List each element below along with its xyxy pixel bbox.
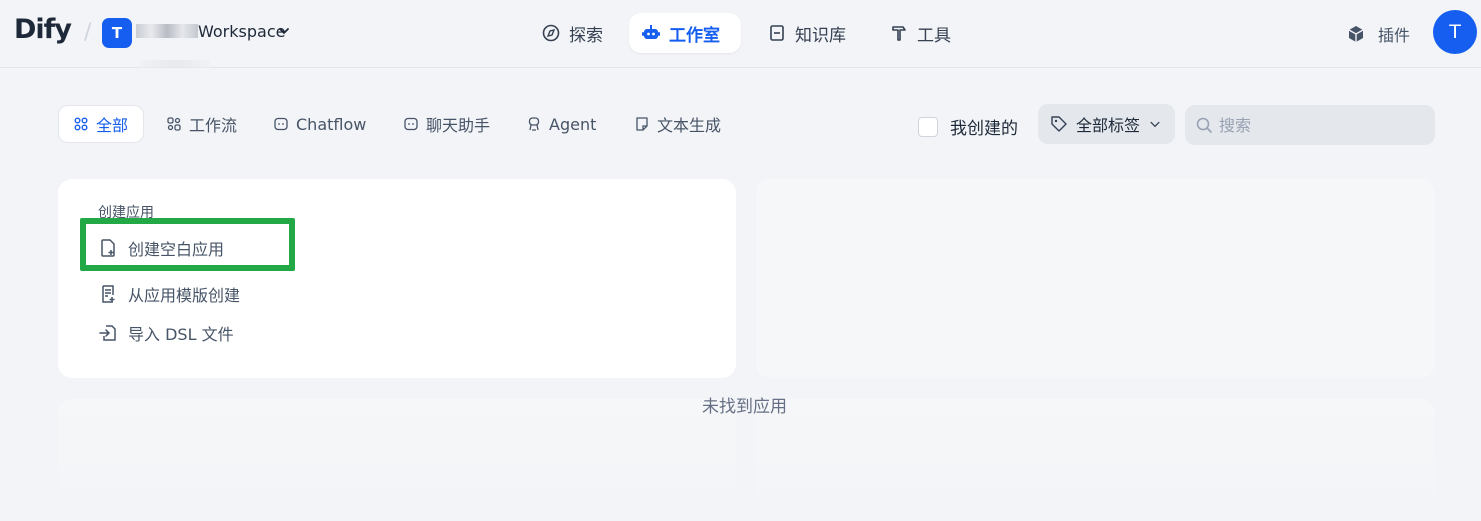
hammer-icon — [892, 26, 906, 41]
chatflow-icon — [274, 117, 288, 131]
book-icon — [770, 25, 784, 41]
created-by-me-label: 我创建的 — [950, 119, 1018, 139]
cube-icon — [1348, 26, 1364, 42]
tab-label: 工作流 — [189, 116, 238, 135]
dify-logo[interactable]: Dify — [14, 14, 72, 45]
tab-label: 聊天助手 — [426, 116, 491, 135]
document-icon — [636, 117, 648, 131]
create-item-label: 导入 DSL 文件 — [128, 325, 234, 344]
search-icon — [1196, 117, 1212, 133]
user-avatar[interactable]: T — [1433, 10, 1477, 54]
placeholder-card — [58, 399, 736, 521]
nav-tools[interactable]: 工具 — [877, 13, 963, 53]
breadcrumb-separator: / — [84, 20, 92, 45]
create-app-title: 创建应用 — [98, 205, 154, 221]
nav-label: 知识库 — [795, 25, 846, 46]
workflow-icon — [167, 117, 181, 131]
tab-label: Agent — [549, 114, 597, 134]
workspace-switcher[interactable]: Workspace — [136, 22, 285, 41]
tab-chatflow[interactable]: Chatflow — [259, 105, 380, 143]
tags-filter[interactable]: 全部标签 — [1038, 104, 1175, 144]
nav-label: 探索 — [569, 25, 603, 46]
search-box[interactable] — [1185, 105, 1435, 145]
nav-studio[interactable]: 工作室 — [629, 13, 741, 53]
create-item-label: 从应用模版创建 — [128, 286, 241, 305]
create-blank-app-button[interactable]: 创建空白应用 — [98, 236, 224, 260]
workspace-name: Workspace — [198, 22, 286, 41]
create-from-template-button[interactable]: 从应用模版创建 — [98, 282, 240, 306]
import-dsl-button[interactable]: 导入 DSL 文件 — [98, 321, 234, 345]
blank-file-icon — [101, 239, 115, 257]
agent-icon — [528, 117, 540, 131]
redacted-text — [140, 60, 210, 68]
placeholder-card — [756, 179, 1435, 378]
plugins-label: 插件 — [1378, 26, 1411, 45]
create-item-label: 创建空白应用 — [128, 240, 225, 259]
nav-label: 工作室 — [669, 25, 720, 46]
nav-label: 工具 — [917, 25, 951, 46]
tab-label: Chatflow — [296, 114, 367, 134]
tab-agent[interactable]: Agent — [512, 105, 610, 143]
empty-state-message: 未找到应用 — [702, 397, 787, 417]
nav-knowledge[interactable]: 知识库 — [755, 13, 858, 53]
placeholder-card — [756, 399, 1435, 521]
tab-label: 全部 — [96, 116, 129, 135]
chevron-down-icon — [1150, 121, 1160, 128]
template-file-icon — [102, 285, 115, 303]
robot-icon — [642, 25, 660, 39]
top-header: Dify / T Workspace 探索 工作室 知识库 工具 插件 T — [0, 0, 1481, 68]
create-app-card: 创建应用 创建空白应用 从应用模版创建 导入 DSL 文件 — [58, 179, 736, 378]
grid-icon — [74, 117, 88, 131]
tab-all[interactable]: 全部 — [58, 105, 144, 143]
plugins-button[interactable]: 插件 — [1346, 22, 1410, 46]
nav-explore[interactable]: 探索 — [529, 13, 615, 53]
tab-label: 文本生成 — [657, 116, 722, 135]
search-input[interactable] — [1219, 115, 1419, 135]
chat-bubble-icon — [404, 117, 418, 131]
created-by-me-toggle[interactable]: 我创建的 — [918, 114, 1018, 139]
tab-completion[interactable]: 文本生成 — [620, 105, 735, 143]
logo-text: Dify — [14, 14, 72, 45]
chevron-down-icon[interactable] — [277, 24, 291, 38]
workspace-avatar[interactable]: T — [102, 18, 132, 48]
checkbox[interactable] — [918, 116, 938, 137]
compass-icon — [542, 24, 560, 42]
tag-icon — [1051, 116, 1067, 132]
import-icon — [99, 325, 116, 341]
tab-chatbot[interactable]: 聊天助手 — [389, 105, 504, 143]
tab-workflow[interactable]: 工作流 — [152, 105, 251, 143]
tags-label: 全部标签 — [1076, 116, 1141, 135]
redacted-text — [136, 24, 198, 38]
